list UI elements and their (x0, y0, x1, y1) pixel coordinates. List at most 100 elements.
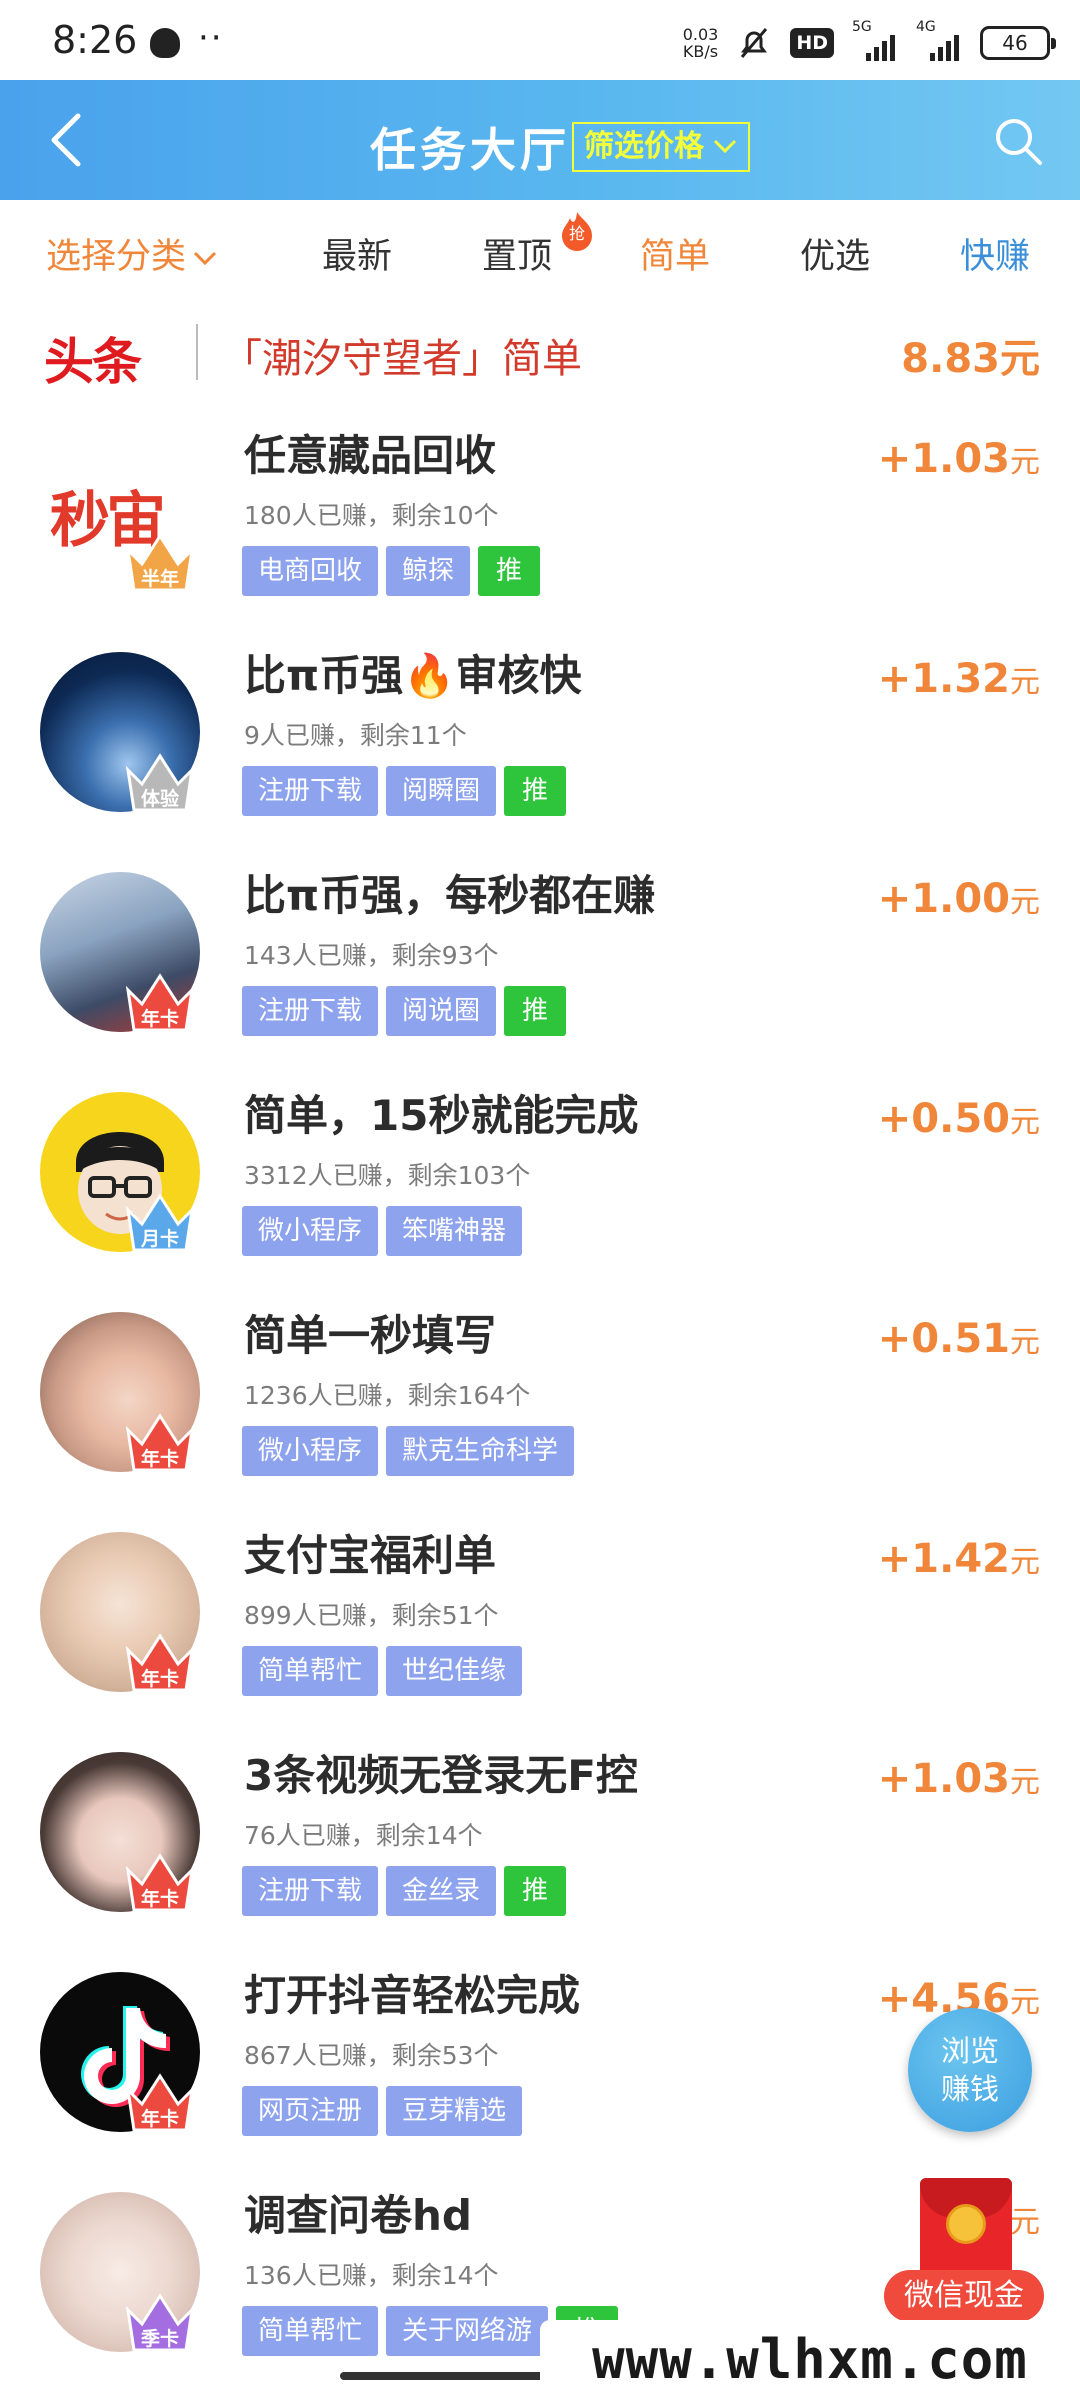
task-tags: 注册下载 金丝录 推 (242, 1866, 567, 1916)
browse-earn-button[interactable]: 浏览 赚钱 (908, 2008, 1032, 2132)
membership-crown-icon: 年卡 (120, 960, 200, 1040)
task-tag: 注册下载 (242, 766, 379, 816)
task-item[interactable]: 年卡 支付宝福利单 899人已赚，剩余51个 简单帮忙 世纪佳缘 +1.42元 (0, 1500, 1080, 1720)
task-tags: 网页注册 豆芽精选 (242, 2086, 523, 2136)
task-meta: 136人已赚，剩余14个 (244, 2261, 499, 2290)
tab-select-category-label: 选择分类 (46, 237, 187, 277)
filter-price-button[interactable]: 筛选价格 (572, 122, 750, 172)
task-tag: 笨嘴神器 (386, 1206, 523, 1256)
task-tag: 阅瞬圈 (386, 766, 497, 816)
tab-quick-earn[interactable]: 快赚 (960, 228, 1030, 279)
reward-unit: 元 (1010, 1105, 1040, 1140)
task-meta: 9人已赚，剩余11个 (244, 721, 467, 750)
headline-banner[interactable]: 头条 「潮汐守望者」简单 8.83元 (0, 304, 1080, 400)
task-title: 打开抖音轻松完成 (244, 1971, 581, 2020)
membership-crown-icon: 体验 (120, 740, 200, 820)
page-title: 任务大厅 (370, 123, 570, 177)
task-tags: 微小程序 笨嘴神器 (242, 1206, 523, 1256)
wechat-cash-button[interactable]: 微信现金 (884, 2178, 1044, 2324)
task-reward: +1.00元 (878, 876, 1040, 922)
network-speed-unit: KB/s (682, 42, 719, 61)
task-reward: +0.51元 (878, 1316, 1040, 1362)
tab-selected[interactable]: 优选 (800, 228, 870, 279)
filter-price-label: 筛选价格 (584, 129, 704, 164)
task-tag: 简单帮忙 (242, 2306, 379, 2356)
task-reward: +1.32元 (878, 656, 1040, 702)
reward-unit: 元 (1010, 445, 1040, 480)
task-item[interactable]: 体验 比π币强🔥审核快 9人已赚，剩余11个 注册下载 阅瞬圈 推 +1.32元 (0, 620, 1080, 840)
task-reward: +1.03元 (878, 436, 1040, 482)
headline-text: 「潮汐守望者」简单 (222, 336, 582, 382)
chevron-down-icon (713, 139, 737, 154)
membership-badge: 体验 (140, 788, 179, 810)
recommend-tag: 推 (504, 986, 567, 1036)
task-item[interactable]: 秒宙 半年 任意藏品回收 180人已赚，剩余10个 电商回收 鲸探 推 +1.0… (0, 400, 1080, 620)
reward-amount: +1.03 (877, 1756, 1010, 1802)
recommend-tag: 推 (478, 546, 541, 596)
app-header: 任务大厅 筛选价格 (0, 80, 1080, 200)
signal-4g-icon: 4G (916, 19, 962, 61)
task-meta: 3312人已赚，剩余103个 (244, 1161, 531, 1190)
network-speed: 0.03 KB/s (683, 26, 719, 60)
task-item[interactable]: 月卡 简单，15秒就能完成 3312人已赚，剩余103个 微小程序 笨嘴神器 +… (0, 1060, 1080, 1280)
category-tabs: 选择分类 最新 置顶 简单 优选 快赚 (0, 200, 1080, 304)
signal-5g-label: 5G (852, 19, 872, 35)
task-tag: 注册下载 (242, 986, 379, 1036)
hd-voice-badge: HD (790, 28, 834, 58)
hot-flame-badge: 抢 (558, 210, 596, 252)
headline-divider (196, 324, 198, 380)
task-meta: 143人已赚，剩余93个 (244, 941, 499, 970)
tab-select-category[interactable]: 选择分类 (46, 228, 218, 279)
reward-unit: 元 (1010, 1545, 1040, 1580)
signal-5g-icon: 5G (852, 19, 898, 61)
tab-simple[interactable]: 简单 (640, 228, 710, 279)
task-tags: 电商回收 鲸探 推 (242, 546, 541, 596)
membership-crown-icon: 年卡 (120, 1400, 200, 1480)
membership-badge: 年卡 (140, 1008, 179, 1030)
task-tags: 微小程序 默克生命科学 (242, 1426, 575, 1476)
reward-unit: 元 (1010, 1765, 1040, 1800)
task-item[interactable]: 年卡 简单一秒填写 1236人已赚，剩余164个 微小程序 默克生命科学 +0.… (0, 1280, 1080, 1500)
watermark: www.wlhxm.com (540, 2320, 1080, 2400)
task-tag: 金丝录 (386, 1866, 497, 1916)
recommend-tag: 推 (504, 1866, 567, 1916)
task-reward: +1.42元 (878, 1536, 1040, 1582)
task-tag: 微小程序 (242, 1426, 379, 1476)
task-tags: 注册下载 阅瞬圈 推 (242, 766, 567, 816)
battery-level: 46 (1002, 31, 1028, 55)
bell-muted-icon (741, 28, 768, 58)
task-title: 简单，15秒就能完成 (244, 1091, 639, 1140)
task-tag: 世纪佳缘 (386, 1646, 523, 1696)
task-tag: 简单帮忙 (242, 1646, 379, 1696)
membership-badge: 年卡 (140, 1668, 179, 1690)
task-tag: 电商回收 (242, 546, 379, 596)
toutiao-logo: 头条 (44, 333, 142, 391)
hot-badge-label: 抢 (568, 224, 585, 243)
task-title: 比π币强，每秒都在赚 (244, 871, 656, 920)
battery-icon: 46 (980, 26, 1056, 60)
task-item[interactable]: 年卡 比π币强，每秒都在赚 143人已赚，剩余93个 注册下载 阅说圈 推 +1… (0, 840, 1080, 1060)
browse-earn-line2: 赚钱 (940, 2072, 999, 2106)
membership-crown-icon: 月卡 (120, 1180, 200, 1260)
reward-unit: 元 (1010, 1325, 1040, 1360)
task-tag: 注册下载 (242, 1866, 379, 1916)
status-indicators: 0.03 KB/s HD 5G 4G 46 (683, 18, 1056, 68)
task-reward: +1.03元 (878, 1756, 1040, 1802)
task-title: 3条视频无登录无F控 (244, 1751, 638, 1800)
status-time: 8:26 (52, 18, 138, 62)
membership-crown-icon: 年卡 (120, 1840, 200, 1920)
task-meta: 76人已赚，剩余14个 (244, 1821, 483, 1850)
back-icon[interactable] (42, 108, 92, 172)
browse-earn-line1: 浏览 (940, 2034, 999, 2068)
task-tag: 网页注册 (242, 2086, 379, 2136)
task-title: 任意藏品回收 (244, 431, 497, 480)
reward-amount: +1.42 (877, 1536, 1010, 1582)
tab-latest[interactable]: 最新 (322, 228, 392, 279)
task-item[interactable]: 年卡 3条视频无登录无F控 76人已赚，剩余14个 注册下载 金丝录 推 +1.… (0, 1720, 1080, 1940)
qq-icon (150, 28, 180, 58)
membership-crown-icon: 年卡 (120, 1620, 200, 1700)
reward-amount: +0.51 (877, 1316, 1010, 1362)
tab-pinned[interactable]: 置顶 (482, 228, 552, 279)
reward-unit: 元 (1010, 1985, 1040, 2020)
search-icon[interactable] (992, 115, 1044, 167)
